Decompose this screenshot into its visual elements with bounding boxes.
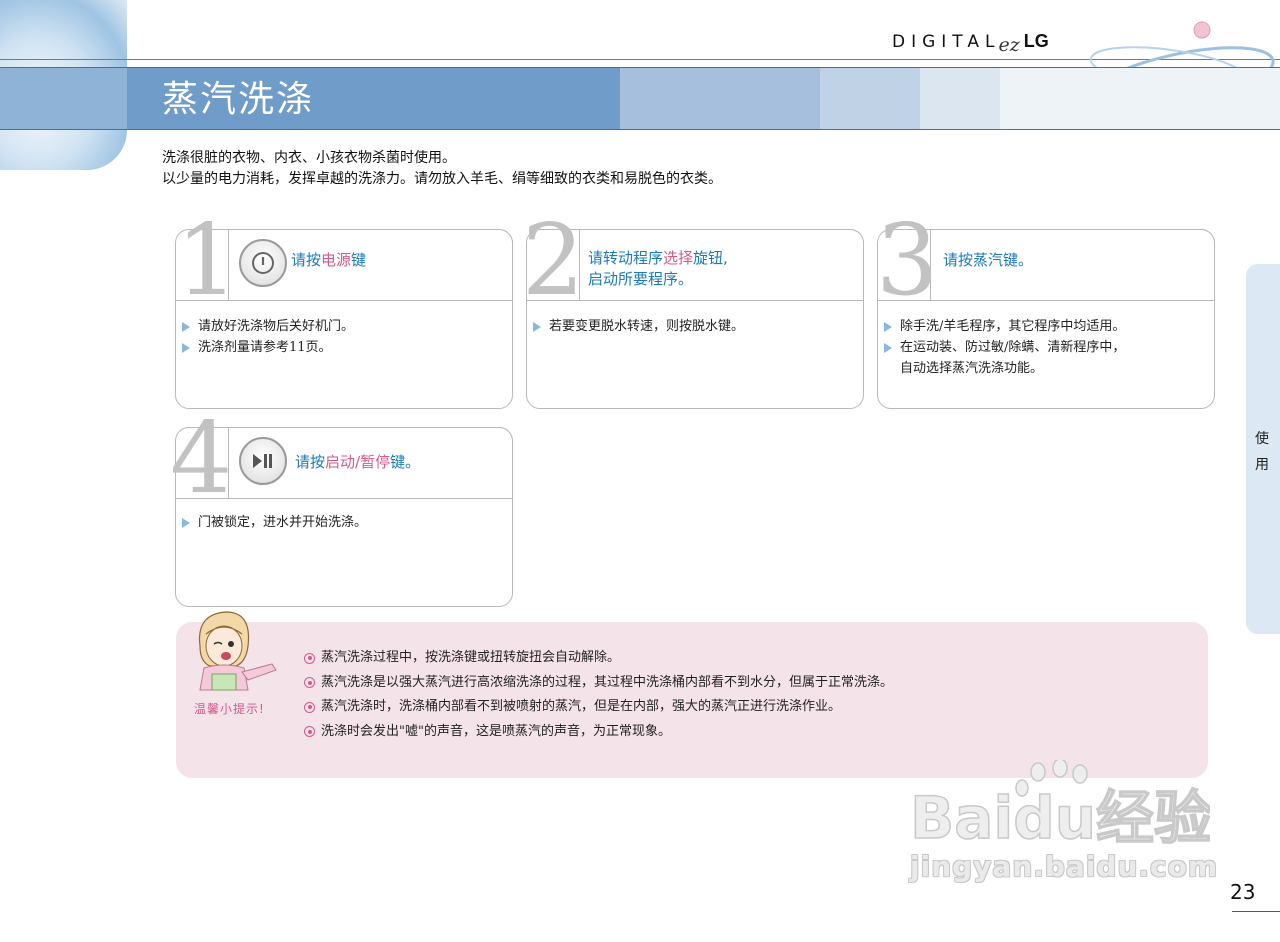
brand-lg: LG [1023, 31, 1049, 51]
watermark-url: jingyan.baidu.com [910, 850, 1219, 883]
page-number: 23 [1230, 880, 1256, 904]
play-pause-icon [239, 437, 287, 485]
section-side-tab[interactable]: 使 用 [1246, 264, 1280, 634]
step-card-header: 请按蒸汽键。 [930, 229, 1215, 301]
step-title-text: 请按 [295, 453, 326, 471]
step-bullets: 除手洗/羊毛程序，其它程序中均适用。 在运动装、防过敏/除螨、清新程序中， 自动… [884, 316, 1204, 379]
bullet-dot-icon [304, 652, 315, 664]
tip-label: 温馨小提示! [194, 702, 265, 716]
step-title-highlight: 启动/暂停 [325, 453, 391, 471]
step-title: 请按电源键 [291, 250, 366, 271]
step-title-highlight: 选择 [663, 249, 694, 267]
tip-item: 蒸汽洗涤是以强大蒸汽进行高浓缩洗涤的过程，其过程中洗涤桶内部看不到水分，但属于正… [304, 671, 893, 696]
step-card-header: 请转动程序选择旋钮, 启动所要程序。 [579, 229, 864, 301]
side-tab-label: 使 用 [1254, 426, 1270, 478]
tip-item-text: 蒸汽洗涤时，洗涤桶内部看不到被喷射的蒸汽，但是在内部，强大的蒸汽正进行洗涤作业。 [321, 699, 842, 714]
bullet-dot-icon [304, 677, 315, 689]
bullet-continuation: 自动选择蒸汽洗涤功能。 [900, 361, 1044, 376]
step-number: 1 [176, 204, 239, 318]
bullet-item: 若要变更脱水转速，则按脱水键。 [533, 316, 853, 337]
bullet-item: 在运动装、防过敏/除螨、清新程序中， [884, 337, 1204, 358]
step-title-text: 键。 [390, 453, 421, 471]
tip-item-text: 蒸汽洗涤过程中，按洗涤键或扭转旋扭会自动解除。 [321, 650, 621, 665]
step-card-header: 请按电源键 [228, 229, 513, 301]
tip-item: 蒸汽洗涤过程中，按洗涤键或扭转旋扭会自动解除。 [304, 646, 893, 671]
bullet-item: 洗涤剂量请参考11页。 [182, 337, 502, 358]
brand-logo: DIGITAL ez LG [892, 26, 1049, 56]
step-card-header: 请按启动/暂停键。 [228, 427, 513, 499]
side-tab-char: 使 [1255, 431, 1269, 447]
step-bullets: 请放好洗涤物后关好机门。 洗涤剂量请参考11页。 [182, 316, 502, 358]
bullet-dot-icon [304, 726, 315, 738]
step-title: 请转动程序选择旋钮, 启动所要程序。 [588, 248, 728, 290]
bullet-item: 除手洗/羊毛程序，其它程序中均适用。 [884, 316, 1204, 337]
power-icon [239, 239, 287, 287]
baidu-watermark-logo: Baidu经验 [910, 760, 1210, 850]
intro-text: 洗涤很脏的衣物、内衣、小孩衣物杀菌时使用。 以少量的电力消耗，发挥卓越的洗涤力。… [162, 148, 722, 190]
bullet-item: 请放好洗涤物后关好机门。 [182, 316, 502, 337]
step-title: 请按启动/暂停键。 [295, 452, 420, 473]
intro-line: 以少量的电力消耗，发挥卓越的洗涤力。请勿放入羊毛、绢等细致的衣类和易脱色的衣类。 [162, 171, 722, 187]
side-tab-char: 用 [1255, 457, 1269, 473]
bullet-dot-icon [304, 701, 315, 713]
brand-digital: DIGITAL [892, 32, 1001, 52]
title-bar-border [0, 129, 1280, 130]
step-title-text: 键 [351, 251, 367, 269]
step-number: 2 [522, 204, 585, 318]
step-title: 请按蒸汽键。 [943, 251, 1034, 269]
page-number-rule [1232, 911, 1280, 912]
step-title-text: 请按 [291, 251, 322, 269]
step-number: 4 [170, 402, 233, 516]
svg-text:Baidu经验: Baidu经验 [910, 784, 1210, 850]
brand-ez: ez [998, 34, 1020, 56]
step-title-text: 请转动程序 [588, 249, 664, 267]
girl-mascot-icon [198, 611, 277, 691]
step-number: 3 [876, 204, 939, 318]
tip-item: 洗涤时会发出"嘘"的声音，这是喷蒸汽的声音，为正常现象。 [304, 720, 893, 745]
tip-box: 温馨小提示! 蒸汽洗涤过程中，按洗涤键或扭转旋扭会自动解除。 蒸汽洗涤是以强大蒸… [176, 611, 1208, 778]
tip-item-text: 洗涤时会发出"嘘"的声音，这是喷蒸汽的声音，为正常现象。 [321, 723, 671, 739]
page-title: 蒸汽洗涤 [162, 79, 315, 120]
step-title-text: 旋钮, [693, 249, 728, 267]
step-bullets: 若要变更脱水转速，则按脱水键。 [533, 316, 853, 337]
tip-item: 蒸汽洗涤时，洗涤桶内部看不到被喷射的蒸汽，但是在内部，强大的蒸汽正进行洗涤作业。 [304, 695, 893, 720]
tip-list: 蒸汽洗涤过程中，按洗涤键或扭转旋扭会自动解除。 蒸汽洗涤是以强大蒸汽进行高浓缩洗… [304, 646, 893, 744]
intro-line: 洗涤很脏的衣物、内衣、小孩衣物杀菌时使用。 [162, 150, 456, 166]
step-title-text: 启动所要程序。 [588, 270, 694, 288]
step-title-highlight: 电源 [321, 251, 352, 269]
tip-item-text: 蒸汽洗涤是以强大蒸汽进行高浓缩洗涤的过程，其过程中洗涤桶内部看不到水分，但属于正… [321, 674, 894, 690]
